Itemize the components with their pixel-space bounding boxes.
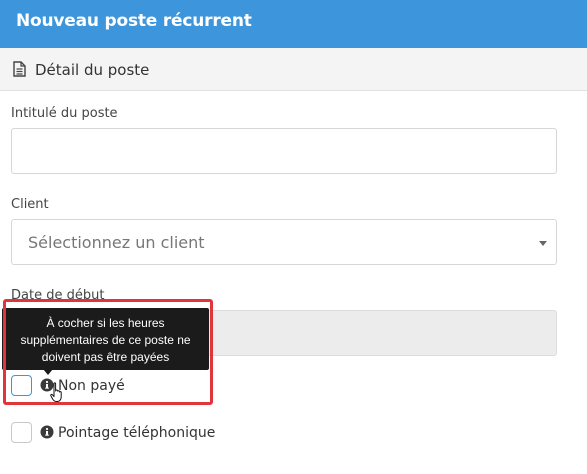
- section-header: Détail du poste: [0, 48, 587, 91]
- job-title-input[interactable]: [11, 128, 557, 174]
- info-icon[interactable]: [40, 425, 54, 439]
- phone-clocking-label: Pointage téléphonique: [58, 425, 216, 441]
- phone-clocking-checkbox[interactable]: [11, 422, 32, 443]
- client-select-placeholder: Sélectionnez un client: [28, 233, 205, 252]
- job-title-label: Intitulé du poste: [11, 106, 118, 121]
- modal-title: Nouveau poste récurrent: [16, 11, 252, 31]
- chevron-down-icon: [539, 241, 547, 246]
- client-label: Client: [11, 197, 49, 212]
- pointer-cursor-icon: [50, 382, 62, 402]
- modal-header: Nouveau poste récurrent: [0, 0, 587, 48]
- highlight-box: [3, 299, 213, 405]
- document-icon: [13, 61, 26, 77]
- client-select[interactable]: Sélectionnez un client: [11, 219, 557, 265]
- section-title: Détail du poste: [35, 61, 150, 79]
